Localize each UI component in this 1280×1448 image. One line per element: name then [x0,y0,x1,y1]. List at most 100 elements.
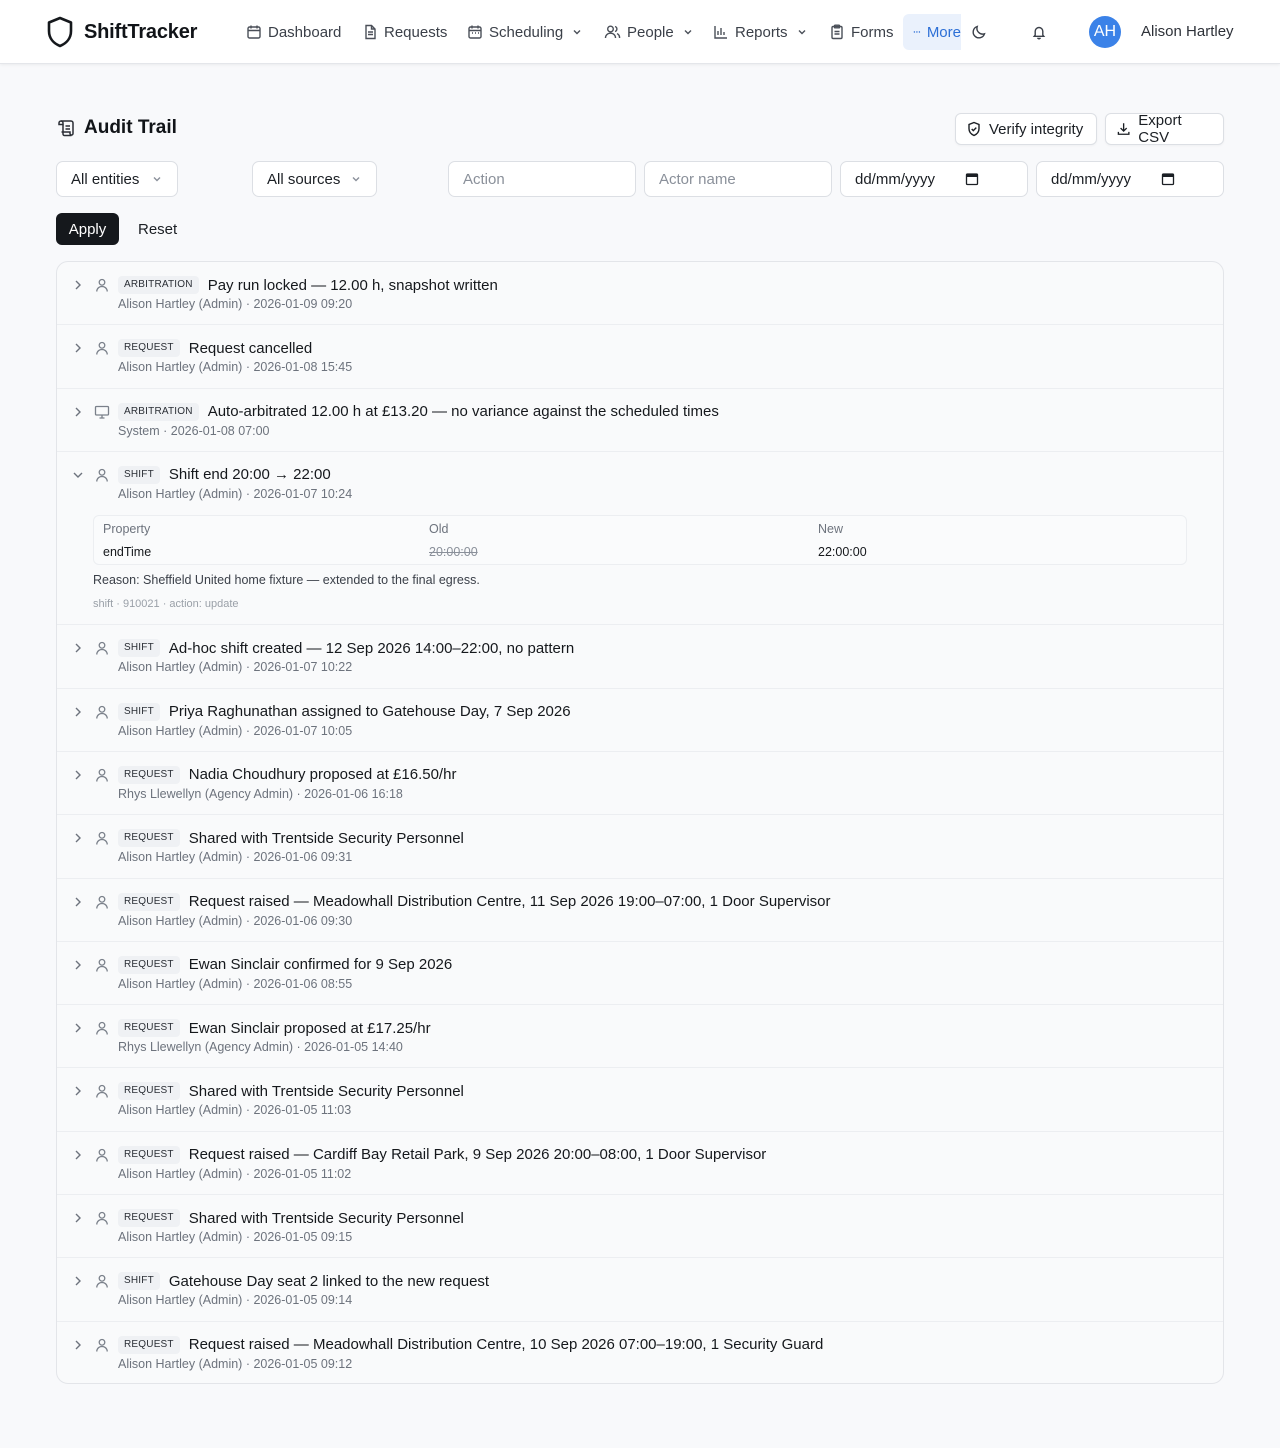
user-icon [94,1147,110,1163]
calendar-icon[interactable] [965,172,979,186]
chevron-right-icon[interactable] [71,768,85,782]
chevron-down-icon [153,177,161,182]
verify-integrity-button[interactable]: Verify integrity [955,113,1097,145]
chevron-down-icon[interactable] [71,468,85,482]
chevron-right-icon[interactable] [71,1211,85,1225]
entity-type-badge: ARBITRATION [118,276,199,294]
export-csv-button[interactable]: Export CSV [1105,112,1224,146]
audit-entry[interactable]: SHIFT Gatehouse Day seat 2 linked to the… [57,1258,1223,1322]
audit-entry[interactable]: REQUEST Ewan Sinclair proposed at £17.25… [57,1005,1223,1069]
entry-meta: Alison Hartley (Admin) · 2026-01-05 11:0… [118,1103,352,1118]
audit-entry[interactable]: REQUEST Nadia Choudhury proposed at £16.… [57,752,1223,816]
chevron-right-icon[interactable] [71,895,85,909]
entry-meta: Alison Hartley (Admin) · 2026-01-05 09:1… [118,1230,353,1245]
app-logo[interactable]: ShiftTracker [46,16,197,48]
nav-people-label: People [627,23,674,41]
chevron-right-icon[interactable] [71,831,85,845]
export-csv-label: Export CSV [1138,112,1182,146]
audit-entry[interactable]: REQUEST Shared with Trentside Security P… [57,815,1223,879]
user-icon [94,830,110,846]
entity-type-badge: REQUEST [118,1209,180,1228]
entity-type-badge: REQUEST [118,892,180,911]
entry-title-line: REQUEST Request raised — Cardiff Bay Ret… [118,1145,766,1164]
reset-button[interactable]: Reset [138,221,177,238]
nav-reports[interactable]: Reports [713,14,808,50]
nav-forms[interactable]: Forms [829,14,894,50]
entity-reference: shift · 910021 · action: update [93,597,239,610]
verify-integrity-label: Verify integrity [989,120,1084,138]
audit-entry[interactable]: REQUEST Request raised — Meadowhall Dist… [57,1322,1223,1383]
new-value-cell: 22:00:00 [818,544,867,559]
entity-type-badge: REQUEST [118,1082,180,1101]
theme-toggle[interactable] [967,20,991,44]
date-to-input[interactable]: dd/mm/yyyy [1036,161,1224,197]
nav-requests-label: Requests [384,23,448,41]
audit-entry[interactable]: SHIFT Priya Raghunathan assigned to Gate… [57,689,1223,752]
entry-meta: Alison Hartley (Admin) · 2026-01-07 10:0… [118,723,353,738]
audit-entry[interactable]: REQUEST Ewan Sinclair confirmed for 9 Se… [57,942,1223,1006]
document-icon [365,24,376,40]
audit-entry[interactable]: REQUEST Request raised — Cardiff Bay Ret… [57,1132,1223,1196]
entry-title-line: REQUEST Request raised — Meadowhall Dist… [118,1335,823,1354]
avatar[interactable]: AH [1089,16,1121,48]
entity-type-badge: REQUEST [118,829,180,848]
page-header: Audit Trail [56,117,177,139]
entity-filter-select[interactable]: All entities [56,161,178,197]
chevron-right-icon[interactable] [71,705,85,719]
nav-dashboard[interactable]: Dashboard [246,14,341,50]
audit-entry[interactable]: SHIFT Shift end 20:00 → 22:00 Alison Har… [57,452,1223,626]
clipboard-icon [831,24,843,40]
entry-meta: Alison Hartley (Admin) · 2026-01-05 09:1… [118,1356,353,1371]
chevron-right-icon[interactable] [71,958,85,972]
chevron-right-icon[interactable] [71,341,85,355]
entry-meta: Alison Hartley (Admin) · 2026-01-05 11:0… [118,1166,352,1181]
chevron-right-icon[interactable] [71,1148,85,1162]
apply-button[interactable]: Apply [56,213,119,245]
action-filter-placeholder: Action [463,170,505,188]
entity-type-badge: REQUEST [118,1145,180,1164]
entry-meta: Alison Hartley (Admin) · 2026-01-07 10:2… [118,660,353,675]
audit-entry[interactable]: SHIFT Ad-hoc shift created — 12 Sep 2026… [57,625,1223,689]
source-filter-select[interactable]: All sources [252,161,377,197]
chevron-down-icon [684,30,692,35]
nav-scheduling[interactable]: Scheduling [467,14,583,50]
user-name[interactable]: Alison Hartley [1141,23,1234,40]
audit-entry[interactable]: REQUEST Shared with Trentside Security P… [57,1068,1223,1132]
entity-filter-value: All entities [71,170,140,188]
page-title: Audit Trail [84,117,177,138]
audit-entry[interactable]: ARBITRATION Pay run locked — 12.00 h, sn… [57,262,1223,326]
audit-entry[interactable]: REQUEST Shared with Trentside Security P… [57,1195,1223,1259]
audit-log-list: ARBITRATION Pay run locked — 12.00 h, sn… [56,261,1224,1384]
entry-meta: Alison Hartley (Admin) · 2026-01-06 08:5… [118,976,353,991]
chevron-right-icon[interactable] [71,405,85,419]
nav-more-label: More [926,23,961,41]
entry-meta: System · 2026-01-08 07:00 [118,423,270,438]
audit-entry[interactable]: REQUEST Request cancelled Alison Hartley… [57,325,1223,389]
chevron-right-icon[interactable] [71,278,85,292]
calendar-icon[interactable] [1161,172,1175,186]
user-icon [94,1210,110,1226]
entity-type-badge: ARBITRATION [118,402,199,421]
date-from-input[interactable]: dd/mm/yyyy [840,161,1028,197]
notifications-button[interactable] [1027,20,1051,44]
audit-entry[interactable]: REQUEST Request raised — Meadowhall Dist… [57,879,1223,942]
entity-type-badge: SHIFT [118,465,160,484]
chevron-right-icon[interactable] [71,1021,85,1035]
chevron-right-icon[interactable] [71,1274,85,1288]
action-filter-input[interactable]: Action [448,161,636,197]
entry-summary: Shared with Trentside Security Personnel [188,1209,464,1227]
user-icon [94,340,110,356]
column-header-property: Property [103,521,151,536]
chevron-right-icon[interactable] [71,641,85,655]
nav-more[interactable]: More [903,14,961,50]
scroll-icon [58,120,74,137]
chevron-right-icon[interactable] [71,1338,85,1352]
audit-entry[interactable]: ARBITRATION Auto-arbitrated 12.00 h at £… [57,389,1223,452]
entry-meta: Rhys Llewellyn (Agency Admin) · 2026-01-… [118,1040,403,1055]
nav-requests[interactable]: Requests [362,14,447,50]
nav-people[interactable]: People [604,14,694,50]
chevron-right-icon[interactable] [71,1084,85,1098]
actor-filter-input[interactable]: Actor name [644,161,832,197]
entry-title-line: REQUEST Shared with Trentside Security P… [118,1209,464,1228]
more-horizontal-icon [913,31,921,33]
